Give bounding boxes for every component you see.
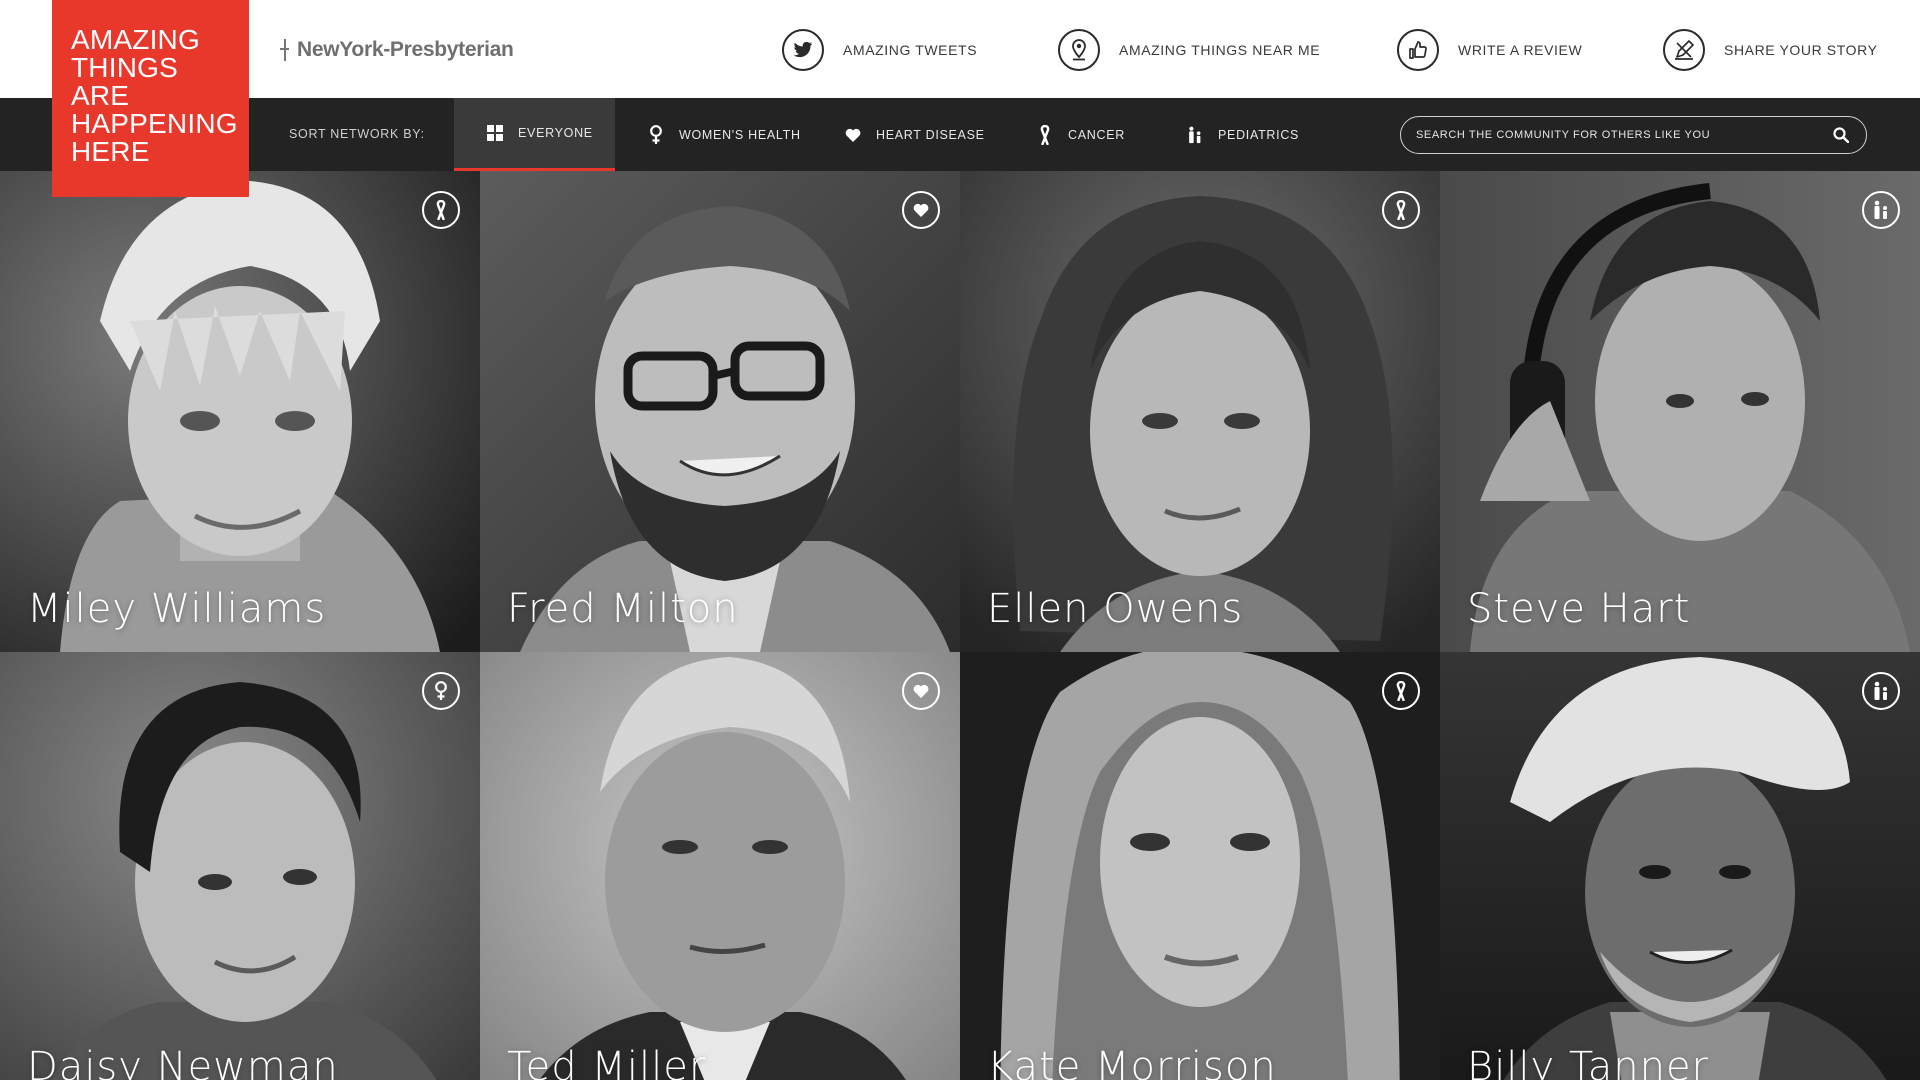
hospital-logo-mark [280, 39, 289, 61]
grid-icon [486, 124, 504, 142]
family-icon [1862, 191, 1900, 229]
search-icon[interactable] [1830, 124, 1852, 146]
tab-pediatrics[interactable]: PEDIATRICS [1154, 98, 1299, 171]
nav-label: SHARE YOUR STORY [1724, 42, 1878, 58]
person-name: Kate Morrison [987, 1044, 1277, 1080]
person-name: Daisy Newman [27, 1044, 339, 1080]
tab-everyone[interactable]: EVERYONE [454, 98, 615, 171]
nav-share-your-story[interactable]: SHARE YOUR STORY [1663, 29, 1878, 71]
awareness-ribbon-icon [1382, 191, 1420, 229]
nav-label: WRITE A REVIEW [1458, 42, 1583, 58]
female-symbol-icon [422, 672, 460, 710]
people-grid: Miley Williams Fred Milton Ellen Owens S… [0, 171, 1920, 1080]
person-name: Fred Milton [507, 586, 739, 632]
portrait-photo [480, 652, 960, 1080]
location-pin-icon [1058, 29, 1100, 71]
nav-amazing-tweets[interactable]: AMAZING TWEETS [782, 29, 977, 71]
family-icon [1862, 672, 1900, 710]
person-card[interactable]: Daisy Newman [0, 652, 480, 1080]
search-input[interactable] [1416, 129, 1830, 141]
nav-label: AMAZING TWEETS [843, 42, 978, 58]
family-icon [1186, 126, 1204, 144]
heart-icon [902, 672, 940, 710]
person-card[interactable]: Steve Hart [1440, 171, 1920, 652]
brand-tagline-line: ARE [71, 80, 130, 111]
tab-label: WOMEN'S HEALTH [679, 127, 801, 142]
person-card[interactable]: Billy Tanner [1440, 652, 1920, 1080]
nav-label: AMAZING THINGS NEAR ME [1119, 42, 1321, 58]
person-card[interactable]: Fred Milton [480, 171, 960, 652]
person-card[interactable]: Ted Miller [480, 652, 960, 1080]
tab-label: CANCER [1068, 127, 1125, 142]
awareness-ribbon-icon [1382, 672, 1420, 710]
thumbs-up-icon [1397, 29, 1439, 71]
brand-tagline-line: HAPPENING [71, 108, 238, 139]
person-card[interactable]: Miley Williams [0, 171, 480, 652]
portrait-photo [0, 171, 480, 652]
hospital-name: NewYork-Presbyterian [297, 38, 514, 61]
person-card[interactable]: Ellen Owens [960, 171, 1440, 652]
tab-cancer[interactable]: CANCER [1004, 98, 1125, 171]
person-card[interactable]: Kate Morrison [960, 652, 1440, 1080]
filter-bar: SORT NETWORK BY: EVERYONE WOMEN'S HEALTH… [0, 98, 1920, 171]
portrait-photo [1440, 652, 1920, 1080]
nav-write-a-review[interactable]: WRITE A REVIEW [1397, 29, 1582, 71]
person-name: Steve Hart [1467, 586, 1691, 632]
heart-icon [902, 191, 940, 229]
brand-tagline-line: AMAZING [71, 24, 200, 55]
portrait-photo [1440, 171, 1920, 652]
awareness-ribbon-icon [422, 191, 460, 229]
brand-tagline-line: HERE [71, 136, 150, 167]
brand-tagline-line: THINGS [71, 52, 178, 83]
person-name: Ted Miller [507, 1044, 707, 1080]
sort-network-label: SORT NETWORK BY: [289, 127, 425, 141]
community-search [1400, 116, 1867, 154]
person-name: Billy Tanner [1467, 1044, 1709, 1080]
female-symbol-icon [647, 124, 665, 144]
person-name: Ellen Owens [987, 586, 1244, 632]
hospital-logo[interactable]: NewYork-Presbyterian [280, 36, 514, 64]
brand-logo[interactable]: AMAZING THINGS ARE HAPPENING HERE [52, 0, 249, 197]
portrait-photo [960, 652, 1440, 1080]
heart-icon [844, 126, 862, 144]
tab-label: PEDIATRICS [1218, 127, 1300, 142]
portrait-photo [960, 171, 1440, 652]
tab-heart-disease[interactable]: HEART DISEASE [812, 98, 985, 171]
site-header: AMAZING THINGS ARE HAPPENING HERE NewYor… [0, 0, 1920, 197]
pen-icon [1663, 29, 1705, 71]
portrait-photo [0, 652, 480, 1080]
tab-label: HEART DISEASE [876, 127, 985, 142]
tab-label: EVERYONE [518, 126, 593, 140]
twitter-icon [782, 29, 824, 71]
nav-amazing-things-near-me[interactable]: AMAZING THINGS NEAR ME [1058, 29, 1320, 71]
tab-womens-health[interactable]: WOMEN'S HEALTH [615, 98, 801, 171]
awareness-ribbon-icon [1036, 124, 1054, 145]
portrait-photo [480, 171, 960, 652]
person-name: Miley Williams [27, 586, 327, 632]
